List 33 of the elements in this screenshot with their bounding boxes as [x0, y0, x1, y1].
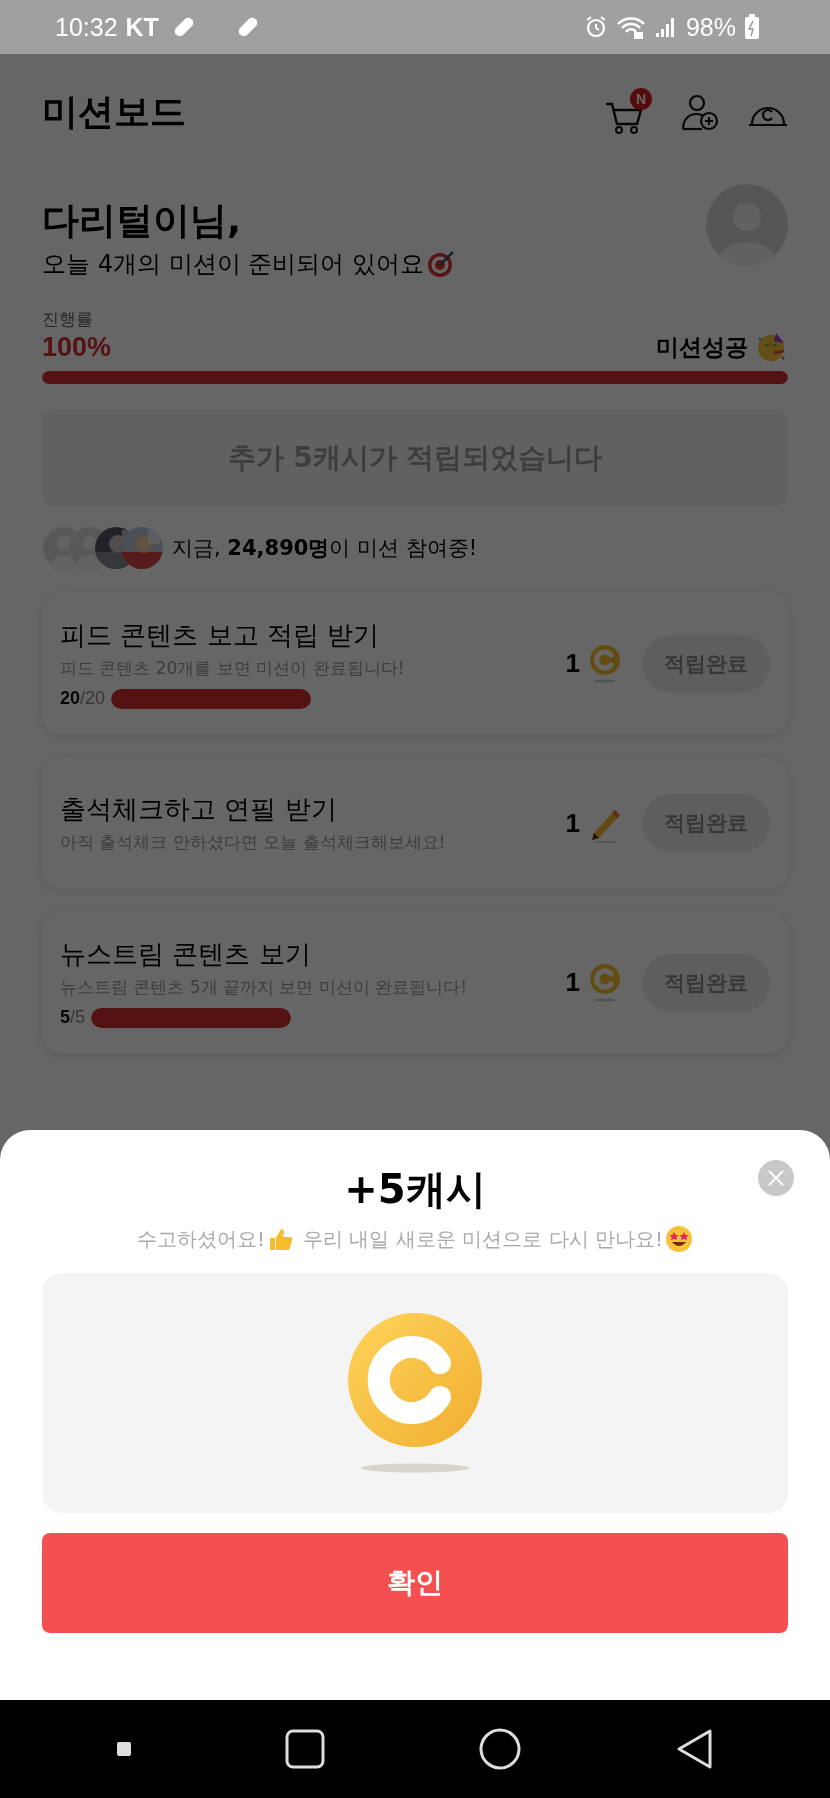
greeting-name: 다리털이님, [42, 198, 243, 244]
status-time: 10:32 [55, 12, 118, 42]
coin-icon [588, 643, 622, 684]
mission-title: 뉴스트림 콘텐츠 보기 [60, 938, 312, 971]
back-icon[interactable] [675, 1728, 713, 1770]
home-icon[interactable] [479, 1728, 521, 1770]
confirm-button[interactable]: 확인 [42, 1533, 788, 1633]
reward-amount: 1 [565, 807, 580, 839]
target-icon [425, 249, 456, 279]
page-title: 미션보드 [42, 89, 186, 134]
reward-amount: 1 [565, 967, 580, 998]
square-icon[interactable] [285, 1729, 325, 1769]
greeting-message: 오늘 4개의 미션이 준비되어 있어요 [42, 249, 424, 280]
sheet-message: 수고하셨어요! [137, 1225, 266, 1253]
coin-icon [588, 962, 622, 1003]
mission-status: 미션성공 [656, 332, 748, 362]
reward-title: +5캐시 [344, 1165, 486, 1214]
mission-title: 출석체크하고 연필 받기 [60, 793, 338, 826]
new-badge: N [630, 88, 652, 110]
participants-text: 지금, 24,890명이 미션 참여중! [172, 535, 478, 562]
sheet-message: 우리 내일 새로운 미션으로 다시 만나요! [303, 1225, 663, 1253]
cart-button[interactable]: N [604, 88, 652, 136]
add-friend-icon[interactable] [680, 92, 720, 132]
mission-title: 피드 콘텐츠 보고 적립 받기 [60, 619, 381, 652]
wifi-icon [615, 15, 646, 39]
carrier-name: KT [125, 12, 159, 42]
battery-icon [744, 14, 760, 40]
progress-label: 진행률 [42, 308, 94, 331]
thumbs-up-icon [267, 1226, 294, 1252]
reward-amount: 1 [565, 648, 580, 679]
progress-percent: 100% [42, 331, 112, 363]
star-eyes-face-icon [664, 1225, 693, 1253]
battery-percent: 98% [685, 12, 736, 42]
